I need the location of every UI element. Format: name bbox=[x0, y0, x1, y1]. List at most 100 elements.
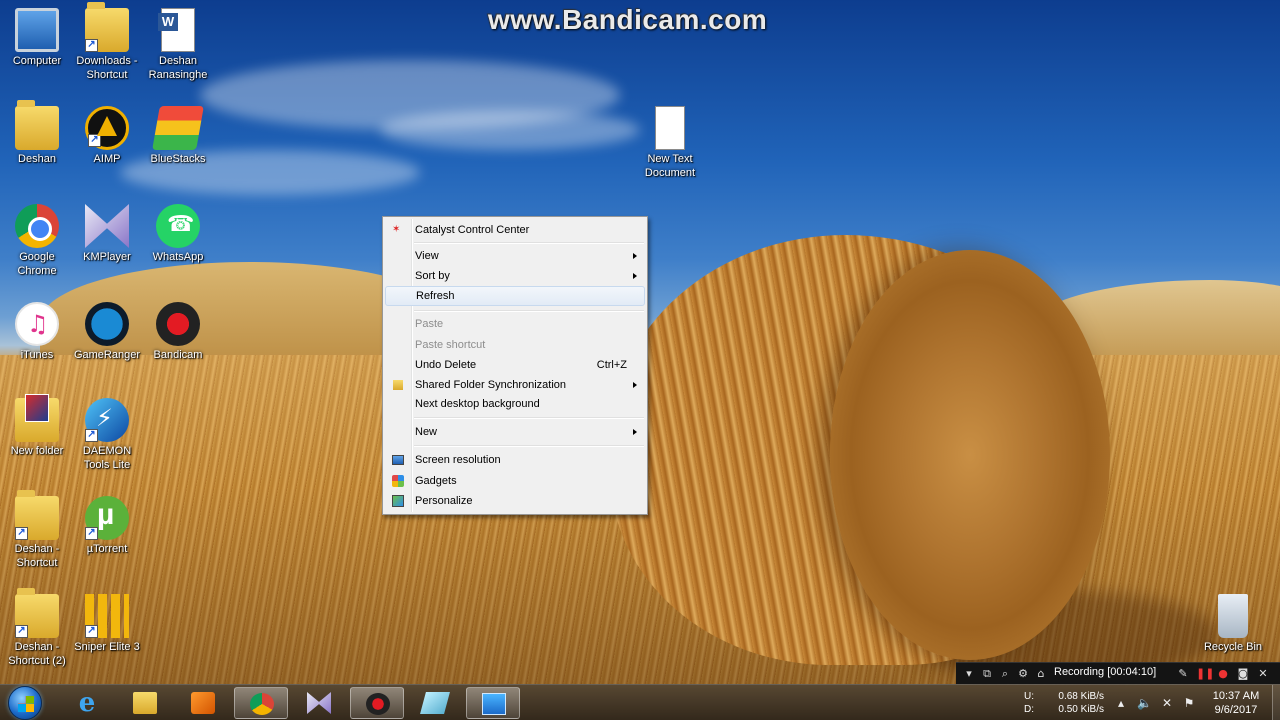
wallpaper-hay-bale-face bbox=[830, 250, 1110, 660]
menu-item-label: Catalyst Control Center bbox=[415, 224, 530, 236]
utorrent-icon: ↗ bbox=[85, 496, 129, 540]
system-clock[interactable]: 10:37 AM 9/6/2017 bbox=[1204, 689, 1268, 717]
bandicam-watermark: www.Bandicam.com bbox=[488, 4, 768, 35]
menu-item-screen-resolution[interactable]: Screen resolution bbox=[385, 450, 645, 470]
settings-icon[interactable]: ⚙ bbox=[1016, 667, 1030, 681]
desktop-icon-deshan[interactable]: Deshan bbox=[2, 100, 72, 166]
gadgets-icon bbox=[392, 475, 404, 487]
menu-item-next-desktop-background[interactable]: Next desktop background bbox=[385, 394, 645, 414]
desktop-icon-new-text-document[interactable]: New Text Document bbox=[635, 106, 705, 180]
submenu-arrow-icon bbox=[633, 253, 637, 259]
desktop-icon-downloads-shortcut[interactable]: ↗ Downloads - Shortcut bbox=[72, 2, 142, 82]
desktop-icon-new-folder[interactable]: New folder bbox=[2, 394, 72, 458]
desktop-icon-recycle-bin[interactable]: Recycle Bin bbox=[1198, 594, 1268, 654]
close-icon[interactable]: ✕ bbox=[1256, 667, 1270, 681]
menu-item-label: Sort by bbox=[415, 270, 450, 282]
menu-item-catalyst-control-center[interactable]: ✶ Catalyst Control Center bbox=[385, 220, 645, 240]
itunes-icon bbox=[15, 302, 59, 346]
submenu-arrow-icon bbox=[633, 273, 637, 279]
menu-item-undo-delete[interactable]: Undo Delete Ctrl+Z bbox=[385, 355, 645, 375]
desktop-icon-utorrent[interactable]: ↗ µTorrent bbox=[72, 496, 142, 556]
desktop-icon-label: Recycle Bin bbox=[1203, 641, 1263, 653]
download-speed: 0.50 KiB/s bbox=[1058, 704, 1104, 715]
recording-status: Recording [00:04:10] bbox=[1054, 666, 1157, 678]
desktop-icon-deshan-ranasinghe[interactable]: W Deshan Ranasinghe bbox=[143, 8, 213, 82]
bluestacks-icon bbox=[152, 106, 204, 150]
sniper-elite-icon: ↗ bbox=[85, 594, 129, 638]
menu-item-new[interactable]: New bbox=[385, 422, 645, 442]
ie-icon: e bbox=[78, 688, 96, 718]
network-disconnected-icon[interactable]: ✕ bbox=[1160, 696, 1174, 710]
pause-icon[interactable]: ❚❚ bbox=[1196, 667, 1214, 681]
start-button[interactable] bbox=[8, 686, 42, 720]
volume-icon[interactable]: 🔈 bbox=[1137, 696, 1152, 710]
downloads-folder-icon: ↗ bbox=[85, 2, 129, 52]
gameranger-icon bbox=[85, 302, 129, 346]
word-document-icon: W bbox=[158, 8, 195, 52]
taskbar-app-tile[interactable] bbox=[408, 687, 462, 719]
pencil-icon[interactable]: ✎ bbox=[1176, 667, 1190, 681]
desktop-icon-aimp[interactable]: ↗ AIMP bbox=[72, 106, 142, 166]
desktop-icon-label: AIMP bbox=[93, 153, 121, 165]
desktop-icon-label: Deshan Ranasinghe bbox=[148, 55, 208, 81]
taskbar-google-chrome[interactable] bbox=[234, 687, 288, 719]
desktop-icon-daemon-tools[interactable]: ↗ DAEMON Tools Lite bbox=[72, 398, 142, 472]
control-panel-icon bbox=[482, 693, 506, 715]
menu-item-label: Personalize bbox=[415, 495, 473, 507]
shortcut-arrow-icon: ↗ bbox=[88, 134, 101, 147]
taskbar-media-player[interactable] bbox=[176, 687, 230, 719]
desktop-icon-deshan-shortcut[interactable]: ↗ Deshan - Shortcut bbox=[2, 490, 72, 570]
folder-shortcut-icon: ↗ bbox=[15, 490, 59, 540]
submenu-arrow-icon bbox=[633, 429, 637, 435]
camera-icon[interactable]: ◙ bbox=[1236, 667, 1250, 681]
show-desktop-button[interactable] bbox=[1272, 685, 1280, 720]
desktop-icon-whatsapp[interactable]: WhatsApp bbox=[143, 204, 213, 264]
menu-item-label: Paste bbox=[415, 318, 444, 330]
menu-item-personalize[interactable]: Personalize bbox=[385, 491, 645, 511]
menu-item-label: Shared Folder Synchronization bbox=[415, 379, 567, 391]
desktop-icon-itunes[interactable]: iTunes bbox=[2, 302, 72, 362]
menu-item-paste[interactable]: Paste bbox=[385, 314, 645, 334]
taskbar-control-panel[interactable] bbox=[466, 687, 520, 719]
daemon-tools-icon: ↗ bbox=[85, 398, 129, 442]
taskbar-kmplayer[interactable] bbox=[292, 687, 346, 719]
taskbar: e U: 0.68 KiB/s D: 0.50 KiB/s ▴ 🔈 ✕ ⚑ 10:3… bbox=[0, 684, 1280, 720]
catalyst-icon: ✶ bbox=[392, 224, 401, 235]
bandicam-recording-bar: ▾ ⧉ ⌕ ⚙ ⌂ Recording [00:04:10] ✎ ❚❚ ● ◙ … bbox=[956, 662, 1280, 684]
desktop-icon-gameranger[interactable]: GameRanger bbox=[72, 302, 142, 362]
shortcut-arrow-icon: ↗ bbox=[85, 429, 98, 442]
taskbar-bandicam[interactable] bbox=[350, 687, 404, 719]
folder-shortcut-icon: ↗ bbox=[15, 588, 59, 638]
menu-item-paste-shortcut[interactable]: Paste shortcut bbox=[385, 335, 645, 355]
whatsapp-icon bbox=[156, 204, 200, 248]
menu-item-shared-folder-sync[interactable]: Shared Folder Synchronization bbox=[385, 375, 645, 395]
desktop-icon-deshan-shortcut-2[interactable]: ↗ Deshan - Shortcut (2) bbox=[2, 588, 72, 668]
desktop-icon-bluestacks[interactable]: BlueStacks bbox=[143, 106, 213, 166]
upload-speed: 0.68 KiB/s bbox=[1058, 691, 1104, 702]
zoom-icon[interactable]: ⌕ bbox=[998, 667, 1012, 681]
desktop-icon-sniper-elite-3[interactable]: ↗ Sniper Elite 3 bbox=[72, 594, 142, 654]
stop-record-icon[interactable]: ● bbox=[1216, 667, 1230, 681]
window-mode-icon[interactable]: ⧉ bbox=[980, 667, 994, 681]
desktop-icon-google-chrome[interactable]: Google Chrome bbox=[2, 204, 72, 278]
desktop-icon-kmplayer[interactable]: KMPlayer bbox=[72, 204, 142, 264]
desktop-icon-label: BlueStacks bbox=[150, 153, 206, 165]
desktop-icon-computer[interactable]: Computer bbox=[2, 8, 72, 68]
taskbar-windows-explorer[interactable] bbox=[118, 687, 172, 719]
menu-item-view[interactable]: View bbox=[385, 246, 645, 266]
menu-item-refresh[interactable]: Refresh bbox=[385, 286, 645, 306]
desktop-context-menu: ✶ Catalyst Control Center View Sort by R… bbox=[382, 216, 648, 515]
home-icon[interactable]: ⌂ bbox=[1034, 667, 1048, 681]
chevron-down-icon[interactable]: ▾ bbox=[962, 667, 976, 681]
tray-overflow-chevron-icon[interactable]: ▴ bbox=[1114, 696, 1128, 710]
taskbar-internet-explorer[interactable]: e bbox=[60, 687, 114, 719]
action-center-flag-icon[interactable]: ⚑ bbox=[1182, 696, 1196, 710]
kmplayer-icon bbox=[85, 204, 129, 248]
personalize-icon bbox=[392, 495, 404, 507]
menu-item-gadgets[interactable]: Gadgets bbox=[385, 471, 645, 491]
menu-item-label: View bbox=[415, 250, 439, 262]
user-folder-icon bbox=[15, 100, 59, 150]
desktop-icon-label: DAEMON Tools Lite bbox=[82, 445, 132, 471]
desktop-icon-bandicam[interactable]: Bandicam bbox=[143, 302, 213, 362]
menu-item-sort-by[interactable]: Sort by bbox=[385, 266, 645, 286]
